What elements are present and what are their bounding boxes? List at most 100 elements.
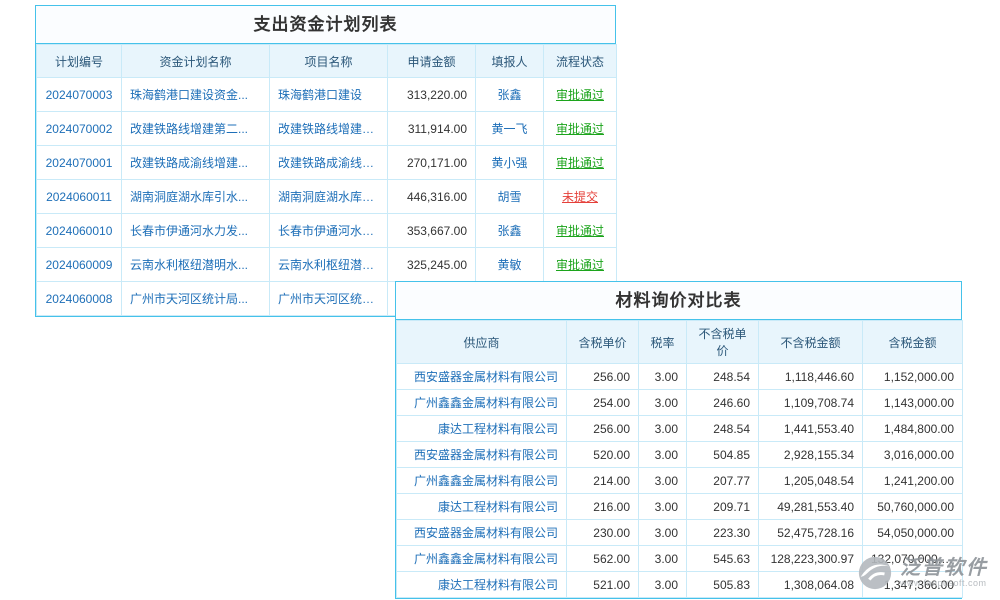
cell-amount: 270,171.00 [388,146,476,180]
quote-table-panel: 材料询价对比表 供应商含税单价税率不含税单价不含税金额含税金额西安盛器金属材料有… [395,281,962,599]
cell-price_notax: 505.83 [687,572,759,598]
cell-supplier[interactable]: 康达工程材料有限公司 [397,572,567,598]
cell-amount_tax: 1,484,800.00 [863,416,963,442]
cell-status[interactable]: 审批通过 [544,146,617,180]
header-row: 计划编号资金计划名称项目名称申请金额填报人流程状态 [37,45,617,78]
cell-price_notax: 504.85 [687,442,759,468]
cell-supplier[interactable]: 西安盛器金属材料有限公司 [397,520,567,546]
cell-price_tax: 216.00 [567,494,639,520]
cell-plan[interactable]: 广州市天河区统计局... [122,282,270,316]
cell-id[interactable]: 2024060008 [37,282,122,316]
cell-supplier[interactable]: 广州鑫鑫金属材料有限公司 [397,390,567,416]
cell-id[interactable]: 2024060010 [37,214,122,248]
cell-price_tax: 562.00 [567,546,639,572]
cell-person[interactable]: 胡雪 [476,180,544,214]
plan-table: 计划编号资金计划名称项目名称申请金额填报人流程状态2024070003珠海鹤港口… [36,44,617,316]
cell-price_tax: 520.00 [567,442,639,468]
col-person: 填报人 [476,45,544,78]
cell-price_tax: 230.00 [567,520,639,546]
cell-amount: 313,220.00 [388,78,476,112]
cell-project[interactable]: 珠海鹤港口建设 [270,78,388,112]
table-row: 西安盛器金属材料有限公司230.003.00223.3052,475,728.1… [397,520,963,546]
cell-price_notax: 545.63 [687,546,759,572]
cell-amount_tax: 1,152,000.00 [863,364,963,390]
cell-person[interactable]: 黄一飞 [476,112,544,146]
table-row: 广州鑫鑫金属材料有限公司214.003.00207.771,205,048.54… [397,468,963,494]
cell-amount_notax: 1,118,446.60 [759,364,863,390]
cell-supplier[interactable]: 广州鑫鑫金属材料有限公司 [397,546,567,572]
col-amount_tax: 含税金额 [863,321,963,364]
cell-amount_notax: 1,308,064.08 [759,572,863,598]
cell-amount_notax: 1,205,048.54 [759,468,863,494]
cell-id[interactable]: 2024070002 [37,112,122,146]
cell-status[interactable]: 未提交 [544,180,617,214]
cell-price_notax: 248.54 [687,416,759,442]
cell-status[interactable]: 审批通过 [544,248,617,282]
cell-plan[interactable]: 珠海鹤港口建设资金... [122,78,270,112]
cell-rate: 3.00 [639,546,687,572]
cell-price_notax: 223.30 [687,520,759,546]
cell-person[interactable]: 张鑫 [476,78,544,112]
col-supplier: 供应商 [397,321,567,364]
cell-amount_tax: 3,016,000.00 [863,442,963,468]
cell-project[interactable]: 改建铁路线增建第... [270,112,388,146]
cell-amount_notax: 1,441,553.40 [759,416,863,442]
cell-amount_tax: 1,241,200.00 [863,468,963,494]
cell-amount_tax: 1,143,000.00 [863,390,963,416]
fanpu-logo-icon [856,554,894,592]
watermark-site: www.fanpusoft.com [900,579,988,589]
cell-supplier[interactable]: 西安盛器金属材料有限公司 [397,364,567,390]
cell-project[interactable]: 改建铁路成渝线增... [270,146,388,180]
cell-amount_tax: 50,760,000.00 [863,494,963,520]
cell-price_notax: 209.71 [687,494,759,520]
col-price_notax: 不含税单价 [687,321,759,364]
cell-person[interactable]: 张鑫 [476,214,544,248]
table-row: 康达工程材料有限公司256.003.00248.541,441,553.401,… [397,416,963,442]
cell-person[interactable]: 黄小强 [476,146,544,180]
cell-supplier[interactable]: 广州鑫鑫金属材料有限公司 [397,468,567,494]
cell-rate: 3.00 [639,520,687,546]
table-row: 2024060010长春市伊通河水力发...长春市伊通河水力...353,667… [37,214,617,248]
cell-status[interactable]: 审批通过 [544,78,617,112]
table-row: 西安盛器金属材料有限公司520.003.00504.852,928,155.34… [397,442,963,468]
col-price_tax: 含税单价 [567,321,639,364]
cell-amount: 353,667.00 [388,214,476,248]
table-row: 2024070002改建铁路线增建第二...改建铁路线增建第...311,914… [37,112,617,146]
cell-project[interactable]: 广州市天河区统计... [270,282,388,316]
cell-project[interactable]: 湖南洞庭湖水库引... [270,180,388,214]
col-amount: 申请金额 [388,45,476,78]
col-id: 计划编号 [37,45,122,78]
cell-status[interactable]: 审批通过 [544,112,617,146]
cell-plan[interactable]: 改建铁路线增建第二... [122,112,270,146]
cell-amount_notax: 52,475,728.16 [759,520,863,546]
cell-project[interactable]: 云南水利枢纽潜明... [270,248,388,282]
watermark-brand: 泛普软件 [900,557,988,579]
cell-supplier[interactable]: 康达工程材料有限公司 [397,494,567,520]
cell-id[interactable]: 2024060011 [37,180,122,214]
cell-status[interactable]: 审批通过 [544,214,617,248]
cell-price_notax: 207.77 [687,468,759,494]
table-row: 康达工程材料有限公司216.003.00209.7149,281,553.405… [397,494,963,520]
cell-price_tax: 214.00 [567,468,639,494]
plan-table-title: 支出资金计划列表 [36,6,615,44]
cell-plan[interactable]: 长春市伊通河水力发... [122,214,270,248]
cell-id[interactable]: 2024070003 [37,78,122,112]
cell-plan[interactable]: 湖南洞庭湖水库引水... [122,180,270,214]
cell-project[interactable]: 长春市伊通河水力... [270,214,388,248]
cell-person[interactable]: 黄敏 [476,248,544,282]
cell-amount_tax: 54,050,000.00 [863,520,963,546]
cell-plan[interactable]: 改建铁路成渝线增建... [122,146,270,180]
header-row: 供应商含税单价税率不含税单价不含税金额含税金额 [397,321,963,364]
cell-supplier[interactable]: 康达工程材料有限公司 [397,416,567,442]
col-project: 项目名称 [270,45,388,78]
cell-amount_notax: 2,928,155.34 [759,442,863,468]
cell-id[interactable]: 2024060009 [37,248,122,282]
cell-supplier[interactable]: 西安盛器金属材料有限公司 [397,442,567,468]
cell-amount_notax: 1,109,708.74 [759,390,863,416]
cell-plan[interactable]: 云南水利枢纽潜明水... [122,248,270,282]
table-row: 2024070001改建铁路成渝线增建...改建铁路成渝线增...270,171… [37,146,617,180]
col-amount_notax: 不含税金额 [759,321,863,364]
cell-amount: 446,316.00 [388,180,476,214]
cell-id[interactable]: 2024070001 [37,146,122,180]
table-row: 西安盛器金属材料有限公司256.003.00248.541,118,446.60… [397,364,963,390]
